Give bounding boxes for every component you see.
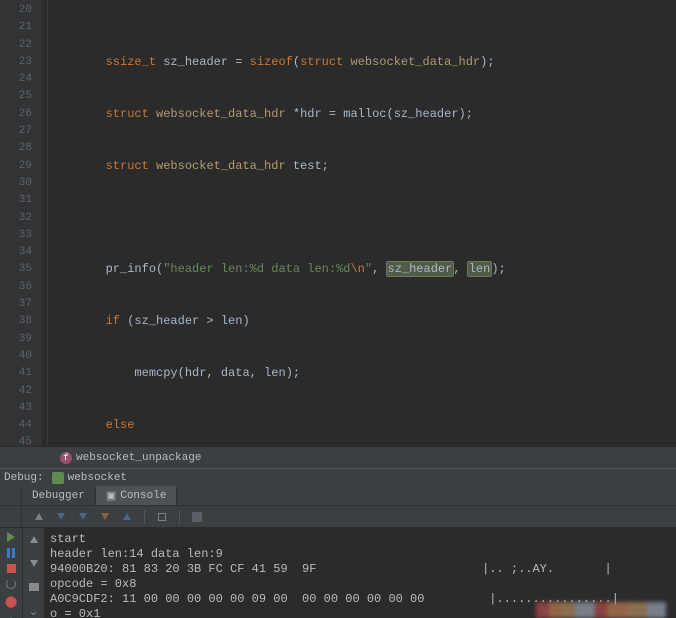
- step-into-icon[interactable]: [76, 510, 90, 524]
- view-breakpoints-icon[interactable]: ⬤: [4, 595, 18, 609]
- debug-toolwindow-header: Debug: websocket: [0, 468, 676, 486]
- show-execution-point-icon[interactable]: [32, 510, 46, 524]
- debug-run-controls: ⬤ ⚙: [0, 528, 22, 618]
- code-line: memcpy(hdr, data, len);: [48, 365, 676, 382]
- console-line: header len:14 data len:9: [50, 547, 670, 562]
- step-over-icon[interactable]: [54, 510, 68, 524]
- breadcrumb[interactable]: f websocket_unpackage: [0, 446, 676, 468]
- pause-icon[interactable]: [4, 548, 18, 558]
- console-side-controls: ⌄: [22, 528, 44, 618]
- scroll-to-top-icon[interactable]: [27, 532, 41, 546]
- rerun-icon[interactable]: [4, 579, 18, 589]
- tool-gutter: [0, 506, 22, 527]
- scroll-to-end-icon[interactable]: [27, 556, 41, 570]
- resume-icon[interactable]: [4, 532, 18, 542]
- run-to-cursor-icon[interactable]: [155, 510, 169, 524]
- breadcrumb-label: websocket_unpackage: [76, 452, 201, 464]
- console-line: opcode = 0x8: [50, 577, 670, 592]
- function-icon: f: [60, 452, 72, 464]
- debug-config-name[interactable]: websocket: [68, 472, 127, 484]
- code-line: [48, 210, 676, 227]
- code-line: if (sz_header > len): [48, 313, 676, 330]
- console-icon: ▣: [106, 489, 116, 503]
- code-line: ssize_t sz_header = sizeof(struct websoc…: [48, 54, 676, 71]
- force-step-into-icon[interactable]: [98, 510, 112, 524]
- tab-console[interactable]: ▣ Console: [96, 486, 178, 505]
- tool-gutter: [0, 486, 22, 505]
- code-line: pr_info("header len:%d data len:%d\n", s…: [48, 261, 676, 278]
- clear-all-icon[interactable]: ⌄: [27, 604, 41, 618]
- separator-icon: [144, 510, 145, 524]
- stop-icon[interactable]: [4, 564, 18, 573]
- console-line: 94000B20: 81 83 20 3B FC CF 41 59 9F |..…: [50, 562, 670, 577]
- pixelated-overlay: [536, 602, 666, 618]
- console-line: start: [50, 532, 670, 547]
- line-number-gutter: 20 21 22 23 24 25 26 27 28 29 30 31 32 3…: [0, 0, 42, 446]
- debug-tabs: Debugger ▣ Console: [0, 486, 676, 506]
- print-icon[interactable]: [27, 580, 41, 594]
- step-out-icon[interactable]: [120, 510, 134, 524]
- separator-icon: [179, 510, 180, 524]
- debug-stepping-toolbar: [0, 506, 676, 528]
- tab-debugger[interactable]: Debugger: [22, 486, 96, 505]
- indent-guide: [47, 0, 48, 446]
- debug-label: Debug:: [4, 472, 44, 484]
- code-line: struct websocket_data_hdr *hdr = malloc(…: [48, 106, 676, 123]
- code-area[interactable]: ssize_t sz_header = sizeof(struct websoc…: [42, 0, 676, 446]
- bug-icon: [52, 472, 64, 484]
- code-editor[interactable]: 20 21 22 23 24 25 26 27 28 29 30 31 32 3…: [0, 0, 676, 446]
- code-line: else: [48, 417, 676, 434]
- evaluate-expression-icon[interactable]: [190, 510, 204, 524]
- code-line: struct websocket_data_hdr test;: [48, 158, 676, 175]
